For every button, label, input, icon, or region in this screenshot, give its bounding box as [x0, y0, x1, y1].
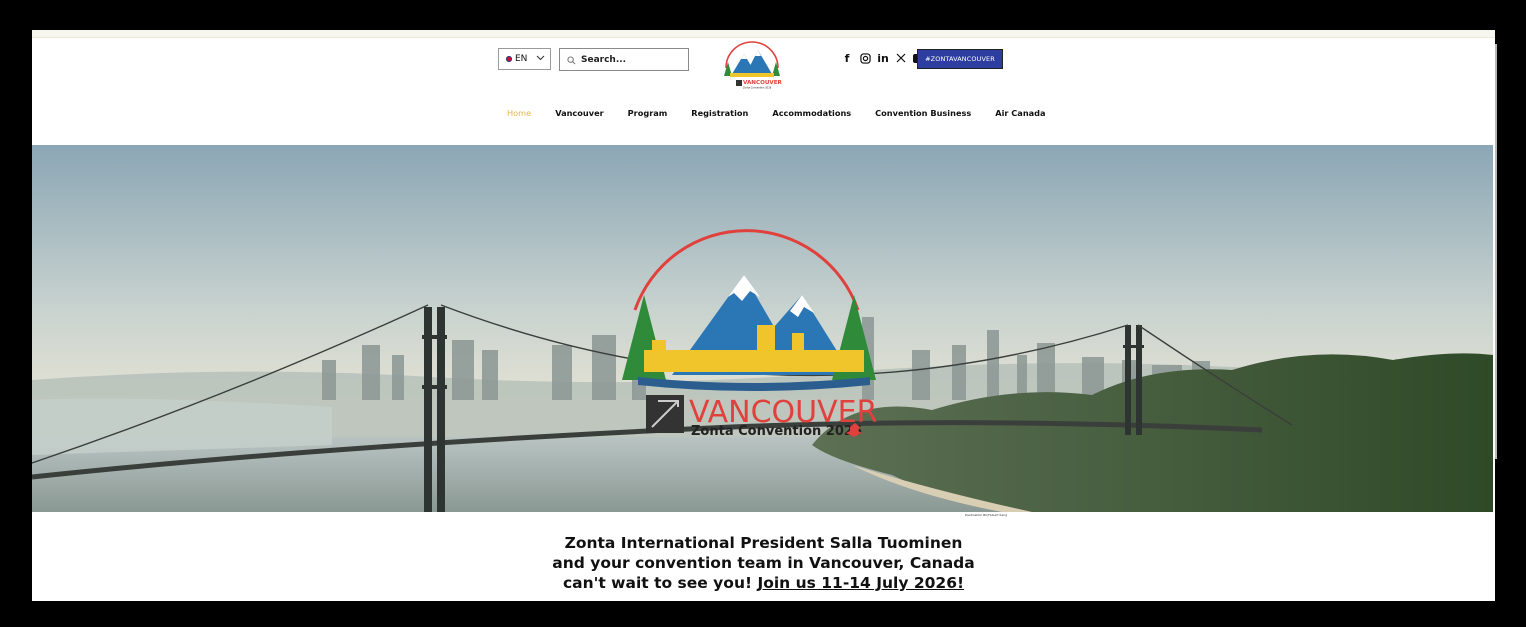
hero-image: VANCOUVER Zonta Convention 2026: [32, 145, 1493, 512]
top-border: [32, 30, 1495, 38]
nav-item-air-canada[interactable]: Air Canada: [995, 108, 1045, 118]
nav-item-vancouver[interactable]: Vancouver: [555, 108, 603, 118]
social-links: f in: [841, 52, 925, 65]
nav-item-home[interactable]: Home: [507, 108, 531, 118]
nav-item-registration[interactable]: Registration: [691, 108, 748, 118]
linkedin-icon[interactable]: in: [877, 52, 889, 65]
nav-item-convention-business[interactable]: Convention Business: [875, 108, 971, 118]
nav-item-accommodations[interactable]: Accommodations: [772, 108, 851, 118]
intro-line-1: Zonta International President Salla Tuom…: [564, 534, 963, 552]
scrollbar[interactable]: [1495, 44, 1497, 459]
main-nav: Home Vancouver Program Registration Acco…: [507, 108, 1070, 118]
facebook-icon[interactable]: f: [841, 52, 853, 65]
logo-title: VANCOUVER: [743, 80, 783, 86]
hashtag-button[interactable]: #ZONTAVANCOUVER: [917, 49, 1003, 69]
language-label: EN: [515, 54, 528, 64]
logo-subtitle: Zonta Convention 2026: [743, 87, 772, 90]
nav-item-program[interactable]: Program: [628, 108, 668, 118]
intro-line-2: and your convention team in Vancouver, C…: [552, 554, 975, 572]
intro-text: Zonta International President Salla Tuom…: [32, 533, 1495, 593]
search-input[interactable]: [581, 54, 681, 65]
hero-logo-subtitle: Zonta Convention 2026: [691, 424, 862, 439]
page: EN VANCOUVER Zonta Convention 2026 f in: [32, 30, 1495, 601]
instagram-icon[interactable]: [859, 52, 871, 64]
photo-credit: Destination BC/Hubert Kang: [965, 513, 1008, 517]
convention-logo[interactable]: VANCOUVER Zonta Convention 2026: [720, 40, 784, 92]
search-icon: [560, 50, 581, 69]
intro-line-3: can't wait to see you! Join us 11-14 Jul…: [32, 573, 1495, 593]
intro-line-3-prefix: can't wait to see you!: [562, 574, 758, 592]
x-icon[interactable]: [895, 52, 907, 64]
search-box[interactable]: [559, 48, 689, 71]
hero-banner: VANCOUVER Zonta Convention 2026: [32, 145, 1493, 512]
flag-icon: [506, 56, 512, 62]
join-us-link[interactable]: Join us 11-14 July 2026!: [757, 574, 964, 592]
language-selector[interactable]: EN: [498, 48, 551, 70]
chevron-down-icon: [536, 54, 545, 64]
